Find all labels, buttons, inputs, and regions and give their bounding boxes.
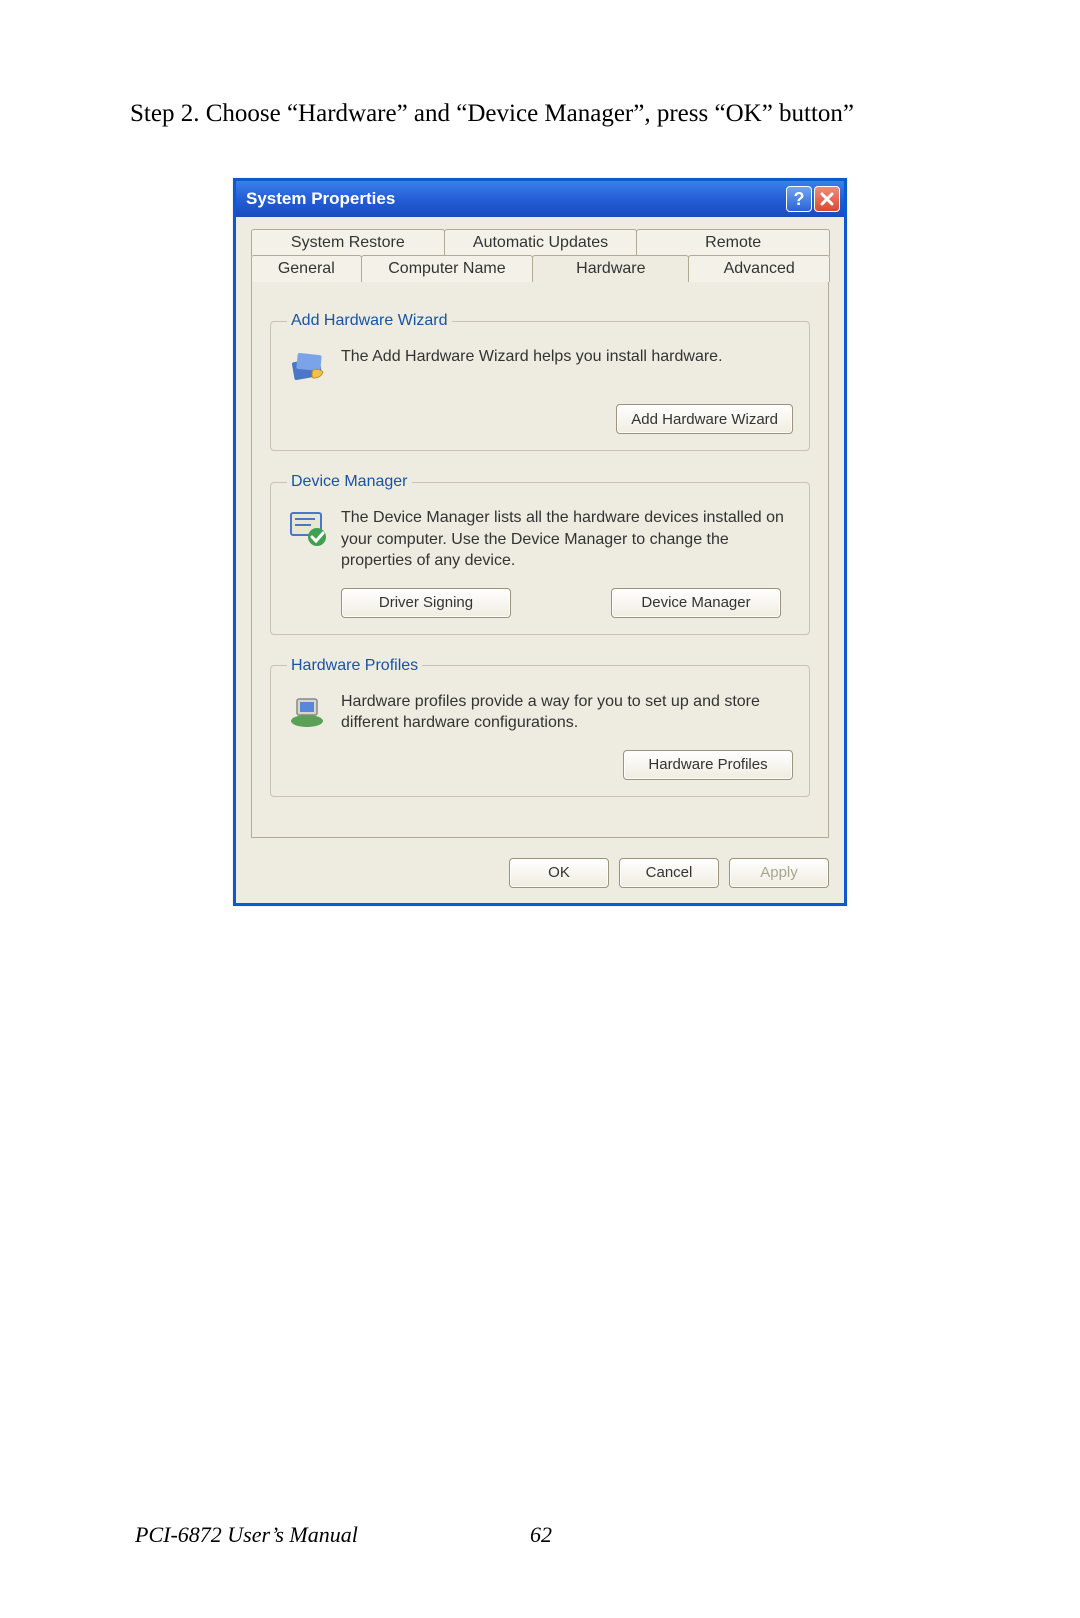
legend-hardware-profiles: Hardware Profiles (287, 657, 422, 675)
device-manager-text: The Device Manager lists all the hardwar… (341, 507, 793, 572)
group-add-hardware-wizard: Add Hardware Wizard The Add Hardware Wiz… (270, 312, 810, 451)
tab-advanced[interactable]: Advanced (688, 255, 830, 282)
legend-device-manager: Device Manager (287, 473, 412, 491)
tab-automatic-updates[interactable]: Automatic Updates (444, 229, 638, 256)
dialog-buttons: OK Cancel Apply (251, 858, 829, 888)
footer-manual-title: PCI-6872 User’s Manual (135, 1522, 358, 1548)
tab-general[interactable]: General (251, 255, 362, 282)
footer-page-number: 62 (530, 1522, 552, 1548)
add-hardware-wizard-button[interactable]: Add Hardware Wizard (616, 404, 793, 434)
window-title: System Properties (246, 189, 786, 209)
group-device-manager: Device Manager (270, 473, 810, 635)
apply-button[interactable]: Apply (729, 858, 829, 888)
tab-content-hardware: Add Hardware Wizard The Add Hardware Wiz… (251, 281, 829, 838)
tab-hardware[interactable]: Hardware (532, 255, 689, 282)
hardware-profiles-icon (287, 691, 329, 733)
hardware-profiles-text: Hardware profiles provide a way for you … (341, 691, 793, 734)
tab-computer-name[interactable]: Computer Name (361, 255, 534, 282)
tabs: System Restore Automatic Updates Remote … (251, 229, 829, 838)
tab-system-restore[interactable]: System Restore (251, 229, 445, 256)
group-hardware-profiles: Hardware Profiles Hardware profiles prov… (270, 657, 810, 797)
help-icon[interactable]: ? (786, 186, 812, 212)
hardware-profiles-button[interactable]: Hardware Profiles (623, 750, 793, 780)
tab-remote[interactable]: Remote (636, 229, 830, 256)
hardware-wizard-icon (287, 346, 329, 388)
step-instruction: Step 2. Choose “Hardware” and “Device Ma… (130, 100, 950, 128)
driver-signing-button[interactable]: Driver Signing (341, 588, 511, 618)
system-properties-window: System Properties ? System Restore Autom… (233, 178, 847, 906)
titlebar: System Properties ? (236, 181, 844, 217)
close-icon[interactable] (814, 186, 840, 212)
legend-add-hardware: Add Hardware Wizard (287, 312, 452, 330)
add-hardware-text: The Add Hardware Wizard helps you instal… (341, 346, 793, 368)
device-manager-icon (287, 507, 329, 549)
ok-button[interactable]: OK (509, 858, 609, 888)
device-manager-button[interactable]: Device Manager (611, 588, 781, 618)
cancel-button[interactable]: Cancel (619, 858, 719, 888)
